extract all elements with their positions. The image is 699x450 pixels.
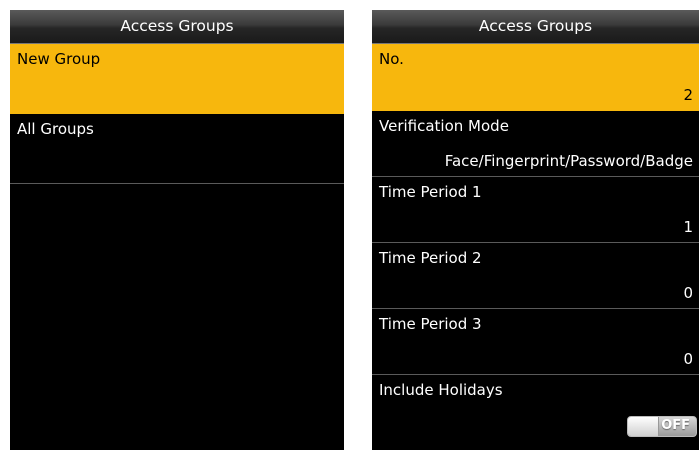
field-value: 1 [683, 218, 693, 236]
title-bar: Access Groups [372, 10, 699, 44]
field-label: No. [379, 50, 404, 68]
field-value: 2 [683, 86, 693, 104]
menu-item-label: All Groups [17, 120, 94, 138]
field-value: Face/Fingerprint/Password/Badge [444, 152, 693, 170]
field-label: Time Period 1 [379, 183, 482, 201]
field-time-period-1[interactable]: Time Period 1 1 [372, 177, 699, 243]
field-label: Time Period 3 [379, 315, 482, 333]
title-bar: Access Groups [10, 10, 344, 44]
menu-item-all-groups[interactable]: All Groups [10, 114, 344, 184]
field-verification-mode[interactable]: Verification Mode Face/Fingerprint/Passw… [372, 111, 699, 177]
field-label: Include Holidays [379, 381, 503, 399]
toggle-knob [628, 417, 659, 436]
toggle-state-text: OFF [661, 418, 690, 433]
menu-item-new-group[interactable]: New Group [10, 44, 344, 114]
field-label: Time Period 2 [379, 249, 482, 267]
field-value: 0 [683, 284, 693, 302]
access-group-detail-screen: Access Groups No. 2 Verification Mode Fa… [372, 10, 699, 450]
field-include-holidays[interactable]: Include Holidays OFF [372, 375, 699, 441]
field-number[interactable]: No. 2 [372, 44, 699, 111]
menu-item-label: New Group [17, 50, 101, 68]
field-label: Verification Mode [379, 117, 509, 135]
field-value: 0 [683, 350, 693, 368]
field-time-period-2[interactable]: Time Period 2 0 [372, 243, 699, 309]
include-holidays-toggle[interactable]: OFF [627, 416, 697, 437]
field-time-period-3[interactable]: Time Period 3 0 [372, 309, 699, 375]
access-groups-list-screen: Access Groups New Group All Groups [10, 10, 344, 450]
